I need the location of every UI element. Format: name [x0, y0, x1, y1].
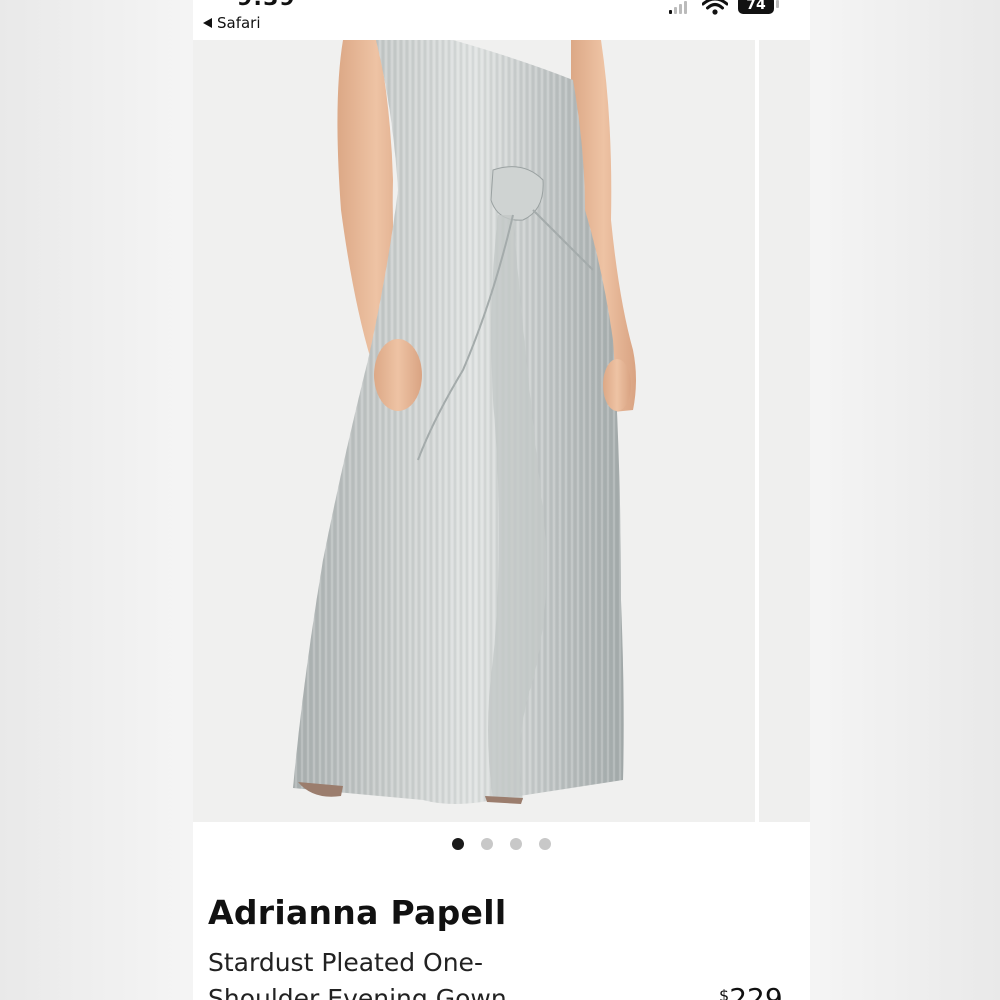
product-price: $229 [719, 982, 783, 1000]
status-time: 9:39 [237, 0, 296, 11]
battery-cap-icon [776, 0, 779, 8]
gown-illustration [193, 40, 755, 822]
carousel-dot-4[interactable] [539, 838, 551, 850]
battery-indicator: 74 [738, 0, 774, 14]
next-photo-peek[interactable] [759, 40, 810, 822]
back-arrow-icon [203, 18, 212, 28]
back-link-label: Safari [217, 14, 261, 32]
product-photo[interactable] [193, 40, 755, 822]
back-to-safari-link[interactable]: Safari [203, 14, 261, 32]
wifi-icon [702, 0, 728, 15]
price-amount: 229 [729, 982, 783, 1000]
product-brand[interactable]: Adrianna Papell [208, 893, 506, 932]
carousel-dot-1[interactable] [452, 838, 464, 850]
battery-level: 74 [746, 0, 766, 13]
carousel-dot-2[interactable] [481, 838, 493, 850]
phone-screen: 9:39 Safari 74 [193, 0, 810, 1000]
carousel-pagination [193, 838, 810, 850]
cellular-signal-icon [669, 1, 687, 14]
product-title: Stardust Pleated One-Shoulder Evening Go… [208, 948, 507, 1000]
product-image-carousel[interactable] [193, 40, 810, 822]
status-bar: 9:39 Safari 74 [193, 0, 810, 40]
carousel-dot-3[interactable] [510, 838, 522, 850]
price-currency: $ [719, 986, 730, 1000]
